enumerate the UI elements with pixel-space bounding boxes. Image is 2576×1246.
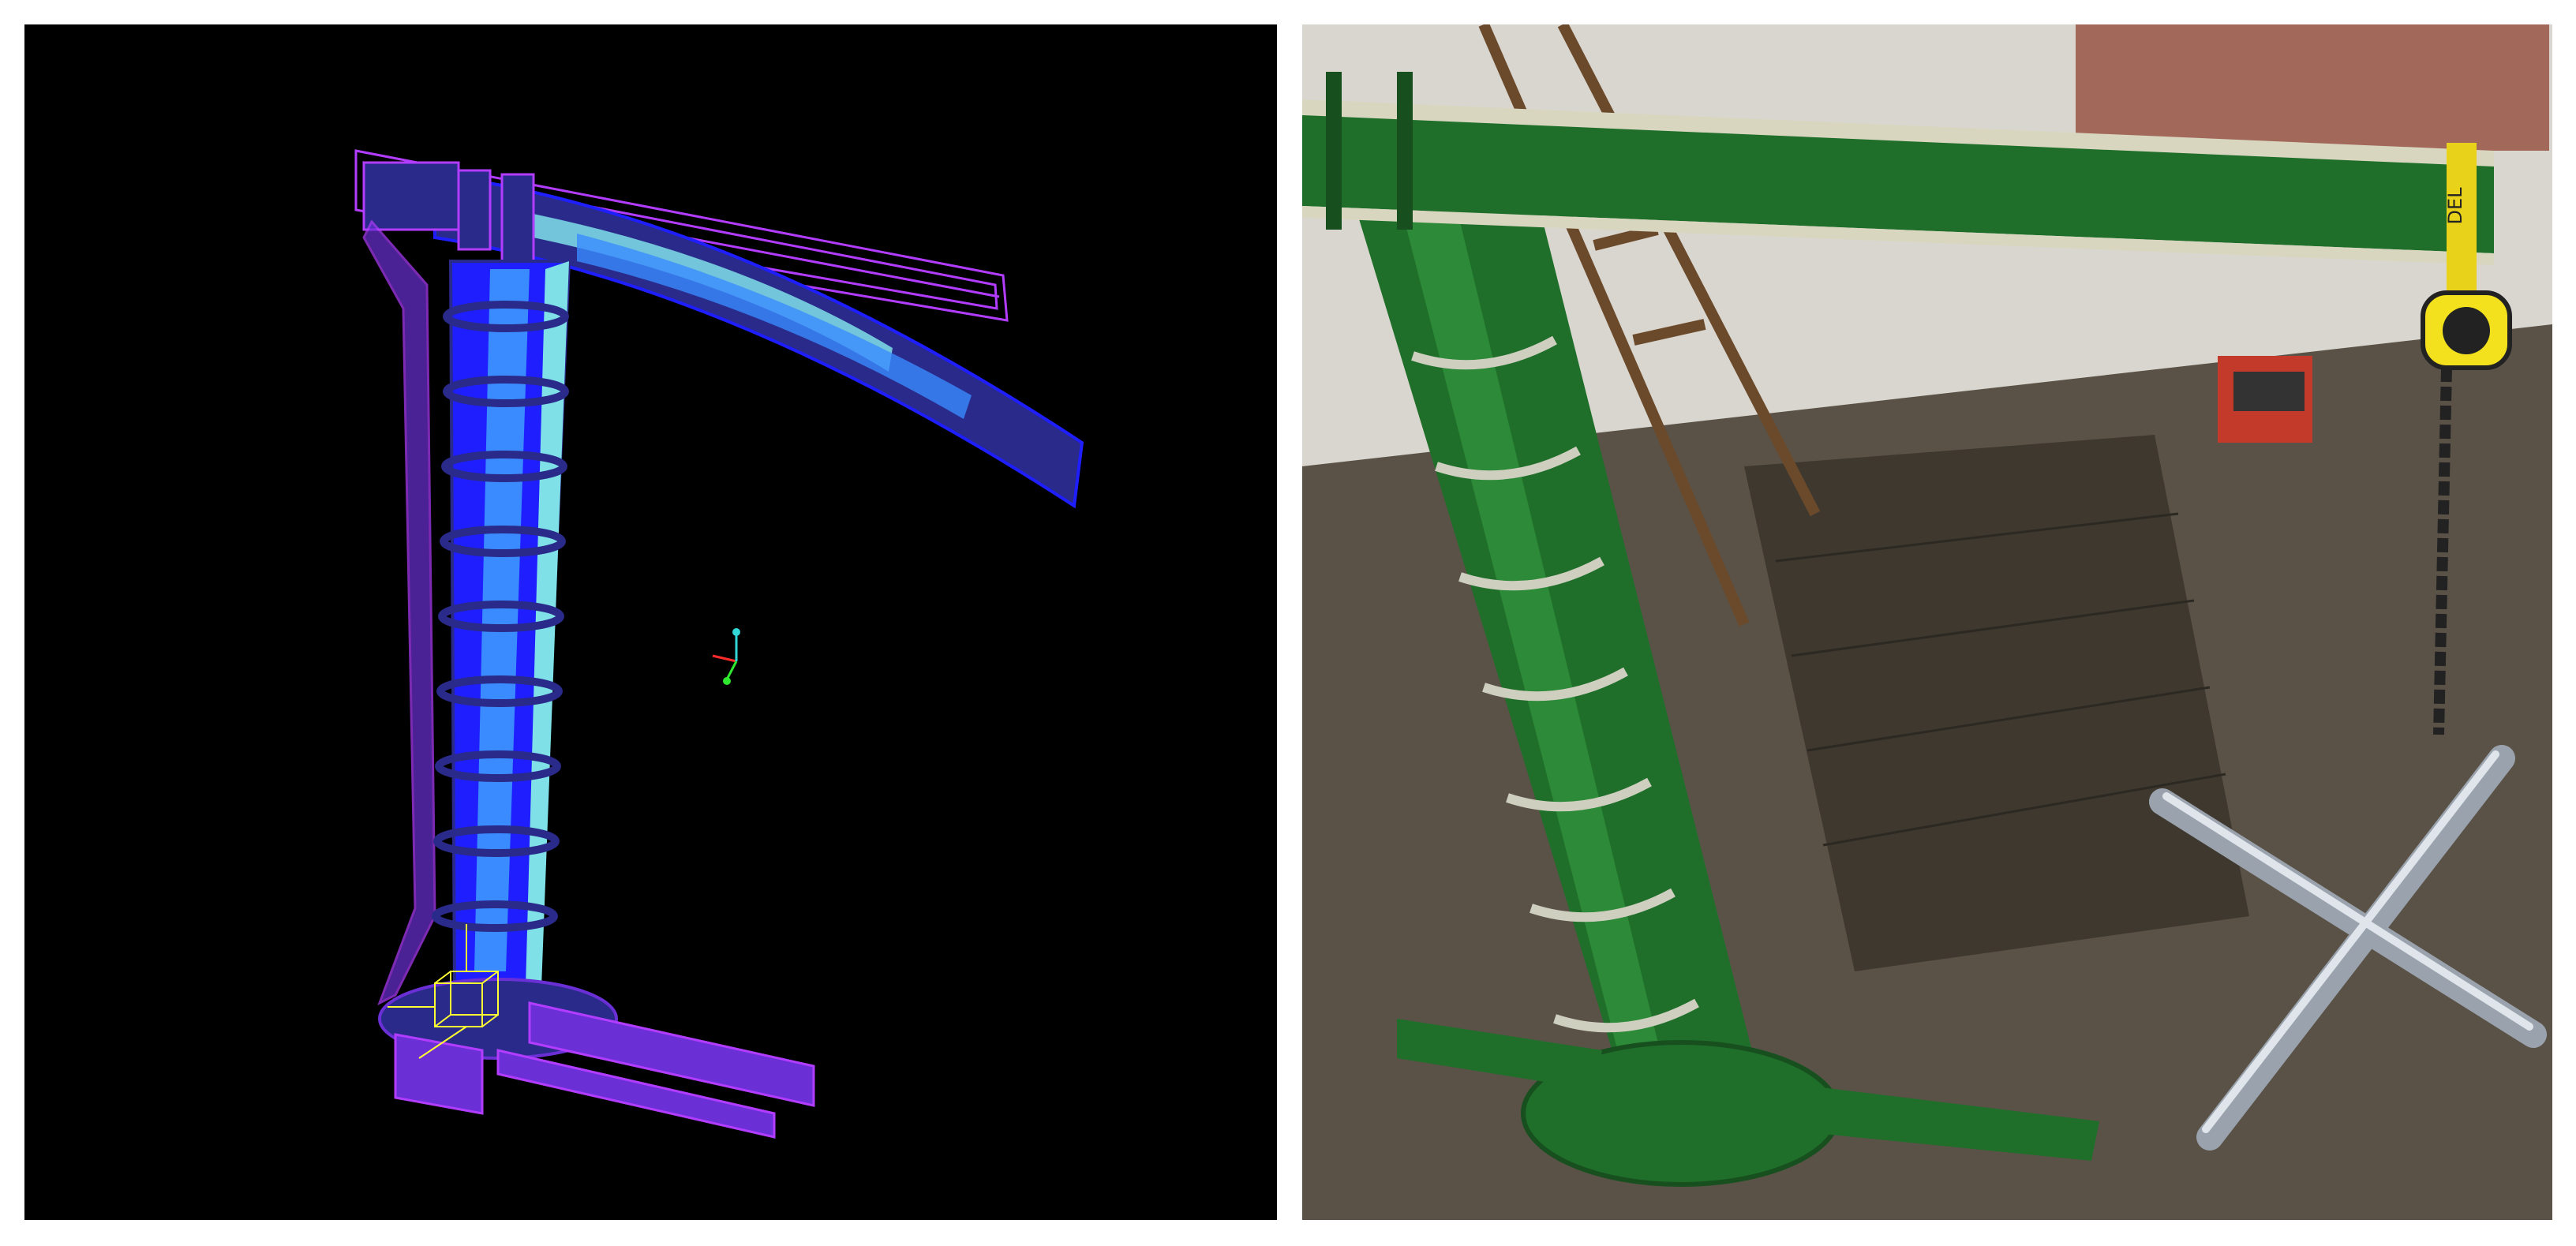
deformed-column-outline (362, 219, 436, 1006)
chain-hoist (2421, 290, 2512, 370)
fea-render-panel (24, 24, 1277, 1220)
lawn-mower (2218, 356, 2312, 443)
fea-crane-render (354, 149, 1084, 1139)
crane-photo: DEL (1302, 24, 2552, 1220)
lifting-strap: DEL (2444, 143, 2477, 293)
crane-photo-panel: DEL (1302, 24, 2552, 1220)
shelf (2076, 24, 2549, 151)
strap-text: DEL (2444, 187, 2466, 225)
axis-triad-icon (712, 628, 740, 685)
